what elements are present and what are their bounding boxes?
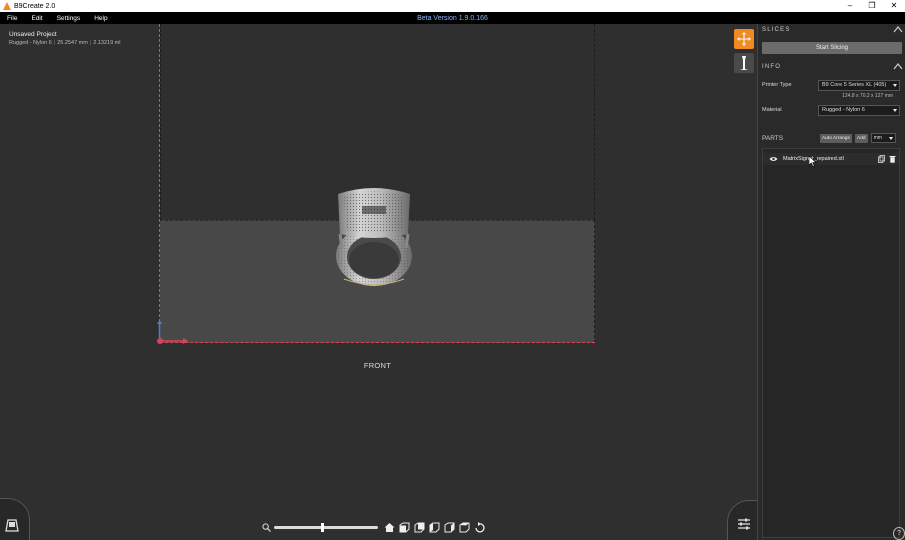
- unit-value: mm: [873, 135, 882, 141]
- unit-select[interactable]: mm: [870, 133, 896, 143]
- sliders-icon[interactable]: [737, 517, 751, 531]
- minimize-button[interactable]: –: [839, 0, 861, 12]
- right-panel: SLICES Start Slicing INFO Printer Type B…: [757, 24, 905, 540]
- move-arrows-icon: [737, 32, 751, 46]
- dropdown-arrow-icon: [893, 83, 897, 87]
- printer-type-label: Printer Type: [762, 82, 792, 88]
- project-volume: 2.13219 ml: [93, 40, 121, 46]
- window-title: B9Create 2.0: [14, 2, 56, 10]
- front-view-icon[interactable]: [399, 522, 410, 533]
- parts-list: MatrixSignet_repaired.stl: [762, 148, 900, 538]
- info-header[interactable]: INFO: [758, 61, 905, 72]
- build-dimensions: 124.8 x 70.2 x 127 mm: [842, 93, 893, 99]
- material-value: Rugged - Nylon 6: [822, 106, 865, 113]
- version-label: Beta Version 1.9.0.166: [417, 14, 488, 22]
- support-tool-button[interactable]: [734, 53, 754, 73]
- menu-settings[interactable]: Settings: [50, 15, 88, 22]
- slices-section: SLICES Start Slicing: [758, 24, 905, 54]
- move-tool-button[interactable]: [734, 29, 754, 49]
- signet-ring-model[interactable]: [328, 184, 420, 286]
- trash-icon[interactable]: [889, 155, 896, 163]
- menu-help[interactable]: Help: [87, 15, 114, 22]
- material-label: Material: [762, 107, 782, 113]
- help-button[interactable]: ?: [893, 527, 905, 540]
- add-part-button[interactable]: Add: [855, 133, 868, 143]
- parts-label: PARTS: [762, 134, 784, 142]
- slices-header[interactable]: SLICES: [758, 24, 905, 35]
- menu-edit[interactable]: Edit: [24, 15, 49, 22]
- menu-bar: Beta Version 1.9.0.166 File Edit Setting…: [0, 12, 905, 24]
- b9-logo-icon: [3, 2, 11, 10]
- x-axis-line: [160, 342, 595, 343]
- chevron-up-icon[interactable]: [893, 62, 903, 70]
- magnifier-icon: [262, 523, 271, 532]
- project-title: Unsaved Project: [9, 31, 57, 38]
- mouse-cursor-icon: [809, 156, 817, 167]
- zoom-slider-thumb[interactable]: [321, 523, 325, 532]
- right-view-icon[interactable]: [444, 522, 455, 533]
- printer-type-value: B9 Core 5 Series XL (405): [822, 81, 887, 88]
- y-axis-line: [159, 24, 160, 342]
- start-slicing-button[interactable]: Start Slicing: [762, 42, 902, 54]
- dropdown-arrow-icon: [888, 137, 893, 140]
- origin-marker: [157, 338, 163, 344]
- rotate-view-icon[interactable]: [474, 522, 485, 533]
- front-label: FRONT: [363, 361, 392, 370]
- printer-icon[interactable]: [5, 518, 19, 532]
- menu-file[interactable]: File: [0, 15, 24, 22]
- close-button[interactable]: ✕: [883, 0, 905, 12]
- info-title: INFO: [762, 63, 782, 70]
- chevron-up-icon[interactable]: [893, 25, 903, 33]
- list-item[interactable]: MatrixSignet_repaired.stl: [763, 153, 899, 165]
- project-info: Unsaved Project Rugged - Nylon 6 | 25.2547…: [9, 31, 120, 46]
- printer-type-select[interactable]: B9 Core 5 Series XL (405): [818, 79, 900, 91]
- title-bar: B9Create 2.0 – ❐ ✕: [0, 0, 905, 12]
- left-view-icon[interactable]: [429, 522, 440, 533]
- home-view-icon[interactable]: [384, 522, 395, 533]
- material-select[interactable]: Rugged - Nylon 6: [818, 104, 900, 116]
- project-material: Rugged - Nylon 6: [9, 40, 52, 46]
- dropdown-arrow-icon: [893, 108, 897, 112]
- slices-title: SLICES: [762, 26, 791, 33]
- parts-header: PARTS Auto Arrange Add mm: [758, 132, 905, 144]
- zoom-toolbar: [262, 522, 489, 533]
- back-view-icon[interactable]: [414, 522, 425, 533]
- project-size: 25.2547 mm: [57, 40, 88, 46]
- eye-icon[interactable]: [769, 156, 778, 162]
- auto-arrange-button[interactable]: Auto Arrange: [820, 133, 853, 143]
- zoom-slider[interactable]: [274, 523, 378, 532]
- project-meta: Rugged - Nylon 6 | 25.2547 mm | 2.13219 ml: [9, 40, 121, 46]
- maximize-button[interactable]: ❐: [861, 0, 883, 12]
- top-view-icon[interactable]: [459, 522, 470, 533]
- x-axis-arrow-icon: [162, 338, 188, 344]
- z-axis-arrow-icon: [157, 320, 162, 338]
- 3d-viewport[interactable]: Unsaved Project Rugged - Nylon 6 | 25.2547…: [0, 24, 757, 540]
- info-section: INFO Printer Type B9 Core 5 Series XL (4…: [758, 61, 905, 144]
- duplicate-icon[interactable]: [878, 155, 885, 163]
- support-icon: [740, 56, 748, 70]
